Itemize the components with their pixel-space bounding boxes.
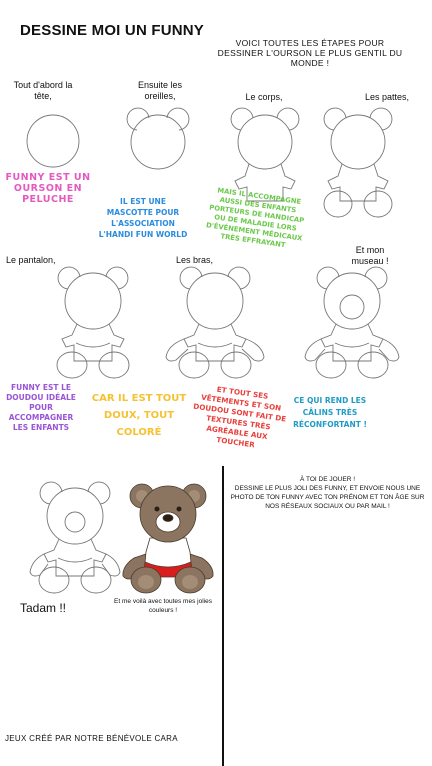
tadam-text: Tadam !! — [20, 601, 67, 615]
divider-line — [222, 466, 224, 766]
step-paws-drawing — [323, 107, 393, 218]
step-head-label: Tout d'abord la tête, — [13, 80, 73, 101]
step-ears-drawing — [126, 107, 190, 170]
final-outline-bear — [29, 481, 121, 594]
colored-bear-caption: Et me voilà avec toutes mes jolies coule… — [114, 598, 212, 614]
step-arms-drawing — [165, 266, 265, 379]
step-snout-drawing — [304, 266, 400, 379]
note-soft: CAR IL EST TOUT DOUX, TOUT COLORÉ — [91, 393, 187, 438]
note-textures: ET TOUT SES VÊTEMENTS ET SON DOUDOU SONT… — [192, 384, 287, 450]
page-title: DESSINE MOI UN FUNNY — [20, 22, 205, 39]
note-ideal: FUNNY EST LE DOUDOU IDÉALE POUR ACCOMPAG… — [6, 383, 76, 432]
note-plush: FUNNY EST UN OURSON EN PELUCHE — [5, 172, 91, 205]
note-comfort: CE QUI REND LES CÂLINS TRÈS RÉCONFORTANT… — [293, 396, 367, 429]
intro-text: VOICI TOUTES LES ÉTAPES POUR DESSINER L'… — [217, 38, 403, 68]
challenge-instructions: DESSINE LE PLUS JOLI DES FUNNY, ET ENVOI… — [230, 485, 425, 510]
colored-bear — [122, 483, 214, 594]
challenge-heading: À TOI DE JOUER ! — [299, 476, 356, 483]
step-head-drawing — [26, 114, 80, 168]
step-pants-drawing — [56, 266, 130, 379]
footer-credit: JEUX CRÉÉ PAR NOTRE BÉNÉVOLE CARA — [5, 734, 178, 743]
note-mascot: IL EST UNE MASCOTTE POUR L'ASSOCIATION L… — [98, 197, 188, 239]
step-ears-label: Ensuite les oreilles, — [137, 80, 183, 101]
step-body-label: Le corps, — [245, 92, 283, 102]
coloring-page: DESSINE MOI UN FUNNY VOICI TOUTES LES ÉT… — [0, 0, 432, 766]
challenge-text: À TOI DE JOUER ! DESSINE LE PLUS JOLI DE… — [225, 475, 430, 511]
step-paws-label: Les pattes, — [364, 92, 410, 102]
step-snout-label: Et mon museau ! — [351, 245, 389, 266]
